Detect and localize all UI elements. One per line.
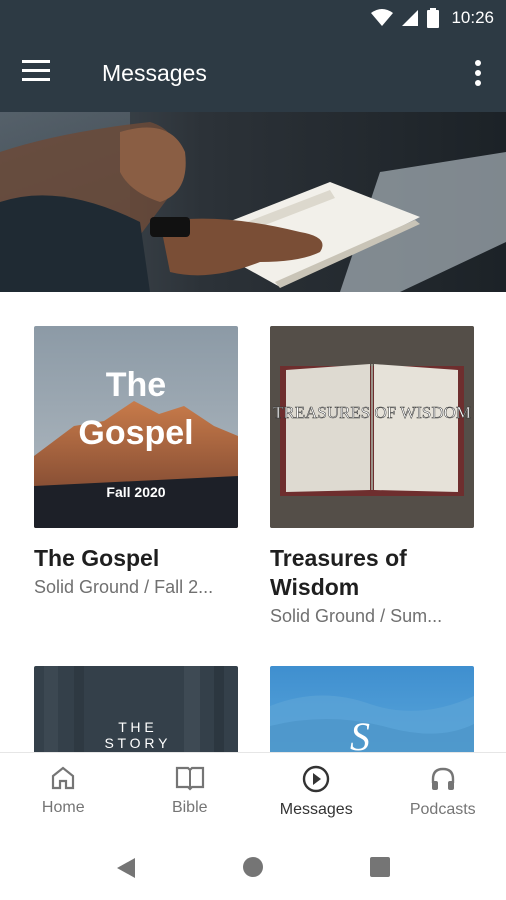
hero-banner-image <box>0 112 506 292</box>
series-artwork: TREASURES OF WISDOM <box>270 326 474 528</box>
overflow-menu-button[interactable] <box>466 58 490 90</box>
artwork-text-line3: Fall 2020 <box>106 484 165 500</box>
nav-label-podcasts: Podcasts <box>409 801 476 818</box>
page-title: Messages <box>102 60 207 86</box>
nav-label-home: Home <box>41 799 85 816</box>
system-home-button[interactable] <box>242 856 264 883</box>
play-circle-icon <box>303 765 330 793</box>
battery-icon <box>427 8 440 28</box>
artwork-text-line2: S T O R Y <box>104 735 168 751</box>
book-icon <box>175 766 204 791</box>
system-back-button[interactable] <box>115 856 137 885</box>
artwork-text: TREASURES OF WISDOM <box>273 403 471 422</box>
menu-button[interactable] <box>22 60 58 88</box>
home-icon <box>52 766 75 790</box>
series-subtitle: Solid Ground / Sum... <box>270 606 443 626</box>
status-bar: 10:26 <box>371 6 494 30</box>
nav-item-podcasts[interactable]: Podcasts <box>380 753 506 837</box>
nav-label-bible: Bible <box>171 799 208 816</box>
app-header: 10:26 Messages <box>0 0 506 112</box>
artwork-text-line1: The <box>106 366 166 404</box>
nav-item-home[interactable]: Home <box>0 753 127 837</box>
hamburger-icon <box>22 60 50 81</box>
series-title: The Gospel <box>34 545 160 571</box>
system-navigation-bar <box>0 836 506 900</box>
home-circle-icon <box>243 857 263 877</box>
system-recents-button[interactable] <box>369 856 391 883</box>
message-series-card[interactable]: The Gospel Fall 2020 The Gospel Solid Gr… <box>34 326 238 598</box>
series-artwork: The Gospel Fall 2020 <box>34 326 238 528</box>
nav-item-messages[interactable]: Messages <box>253 753 380 837</box>
more-vert-icon <box>475 60 481 86</box>
bottom-navigation: Home Bible Messages Podcasts <box>0 752 506 837</box>
artwork-text-line2: Gospel <box>78 414 193 452</box>
wifi-icon <box>371 9 394 26</box>
series-subtitle: Solid Ground / Fall 2... <box>34 577 214 597</box>
series-title: Treasures of Wisdom <box>270 545 407 600</box>
cell-signal-icon <box>402 10 419 26</box>
headphones-icon <box>431 767 454 790</box>
nav-item-bible[interactable]: Bible <box>127 753 254 837</box>
nav-label-messages: Messages <box>279 801 353 818</box>
back-triangle-icon <box>117 858 135 878</box>
artwork-text-line1: T H E <box>118 719 154 735</box>
recents-square-icon <box>370 857 390 877</box>
status-time: 10:26 <box>451 8 494 27</box>
message-series-card[interactable]: TREASURES OF WISDOM Treasures of Wisdom … <box>270 326 474 627</box>
